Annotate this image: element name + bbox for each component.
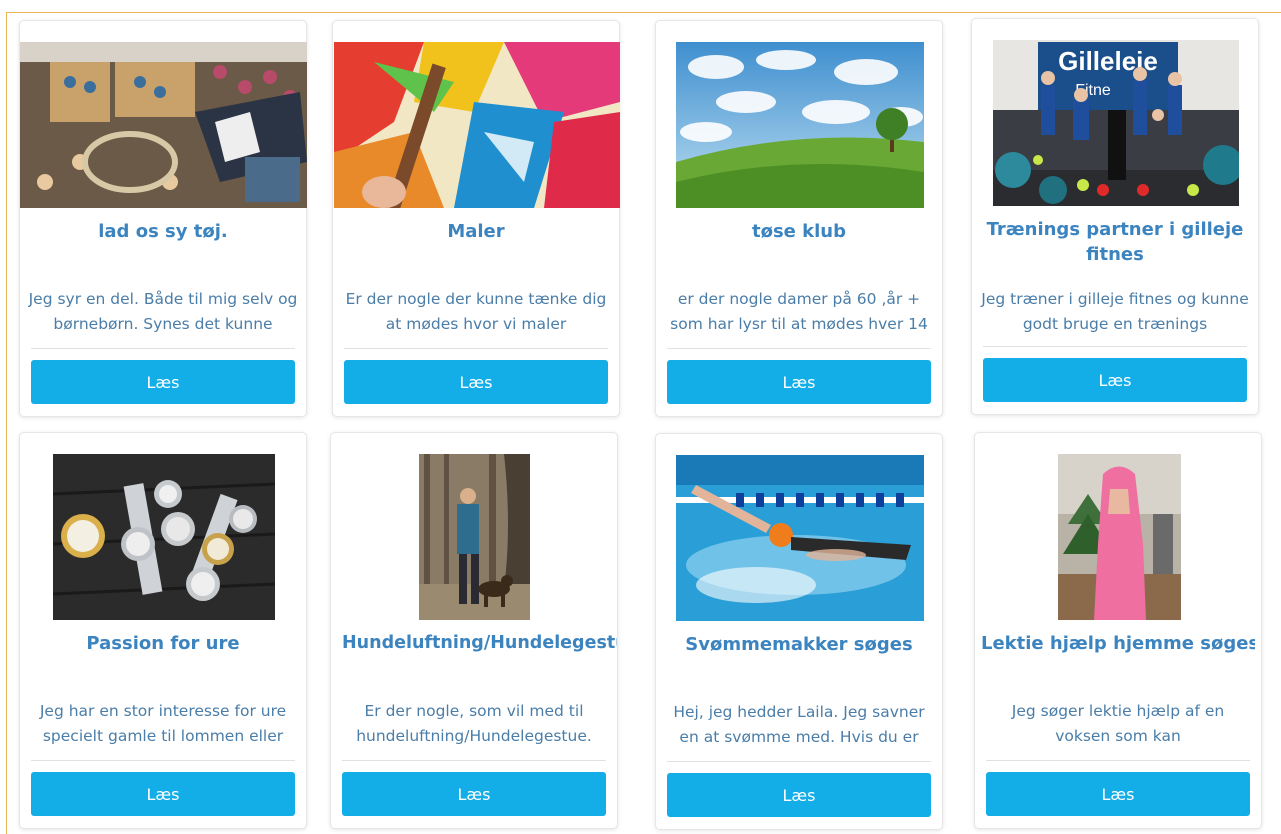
activity-card-homework-help: Lektie hjælp hjemme søges Jeg søger lekt… bbox=[974, 432, 1262, 829]
card-divider bbox=[31, 760, 295, 761]
card-title[interactable]: Passion for ure bbox=[26, 631, 300, 656]
read-button[interactable]: Læs bbox=[986, 772, 1250, 816]
card-description: er der nogle damer på 60 ,år + som har l… bbox=[670, 290, 928, 333]
activity-card-dog-walking: Hundeluftning/Hundelegestue Er der nogle… bbox=[330, 432, 618, 829]
card-image-meadow[interactable] bbox=[676, 42, 924, 208]
card-description: Er der nogle der kunne tænke dig at møde… bbox=[345, 290, 607, 333]
activity-card-training-partner: Gilleleje Fitne Trænings partner i gille… bbox=[971, 18, 1259, 415]
card-title[interactable]: Lektie hjælp hjemme søges bbox=[981, 631, 1255, 656]
card-title[interactable]: Trænings partner i gilleje fitnes bbox=[978, 217, 1252, 267]
card-divider bbox=[983, 346, 1247, 347]
activity-card-swimming: Svømmemakker søges Hej, jeg hedder Laila… bbox=[655, 433, 943, 830]
read-button[interactable]: Læs bbox=[31, 772, 295, 816]
card-image-painting[interactable] bbox=[334, 42, 620, 208]
card-title[interactable]: lad os sy tøj. bbox=[26, 219, 300, 244]
card-description: Hej, jeg hedder Laila. Jeg savner en at … bbox=[673, 703, 925, 746]
card-divider bbox=[31, 348, 295, 349]
read-button[interactable]: Læs bbox=[31, 360, 295, 404]
card-image-swimming[interactable] bbox=[676, 455, 924, 621]
read-button[interactable]: Læs bbox=[342, 772, 606, 816]
activity-card-sewing: lad os sy tøj. Jeg syr en del. Både til … bbox=[19, 20, 307, 417]
card-image-fitness[interactable]: Gilleleje Fitne bbox=[993, 40, 1239, 206]
card-divider bbox=[344, 348, 608, 349]
card-title[interactable]: tøse klub bbox=[662, 219, 936, 244]
card-title[interactable]: Svømmemakker søges bbox=[662, 632, 936, 657]
card-divider bbox=[986, 760, 1250, 761]
card-divider bbox=[667, 348, 931, 349]
card-description: Jeg træner i gilleje fitnes og kunne god… bbox=[981, 290, 1249, 333]
card-image-watches[interactable] bbox=[53, 454, 275, 620]
card-image-dog[interactable] bbox=[419, 454, 530, 620]
card-title[interactable]: Hundeluftning/Hundelegestue bbox=[342, 631, 617, 656]
activity-card-watches: Passion for ure Jeg har en stor interess… bbox=[19, 432, 307, 829]
card-description: Jeg søger lektie hjælp af en voksen som … bbox=[1011, 702, 1225, 745]
card-description: Jeg har en stor interesse for ure specie… bbox=[39, 702, 287, 745]
card-title[interactable]: Maler bbox=[339, 219, 613, 244]
activity-card-painting: Maler Er der nogle der kunne tænke dig a… bbox=[332, 20, 620, 417]
read-button[interactable]: Læs bbox=[667, 773, 931, 817]
card-description: Jeg syr en del. Både til mig selv og bør… bbox=[28, 290, 298, 333]
read-button[interactable]: Læs bbox=[344, 360, 608, 404]
activity-card-girls-club: tøse klub er der nogle damer på 60 ,år +… bbox=[655, 20, 943, 417]
card-image-homework[interactable] bbox=[1058, 454, 1181, 620]
card-description: Er der nogle, som vil med til hundeluftn… bbox=[356, 702, 592, 745]
card-image-sewing[interactable] bbox=[20, 42, 307, 208]
read-button[interactable]: Læs bbox=[983, 358, 1247, 402]
card-divider bbox=[667, 761, 931, 762]
read-button[interactable]: Læs bbox=[667, 360, 931, 404]
card-divider bbox=[342, 760, 606, 761]
